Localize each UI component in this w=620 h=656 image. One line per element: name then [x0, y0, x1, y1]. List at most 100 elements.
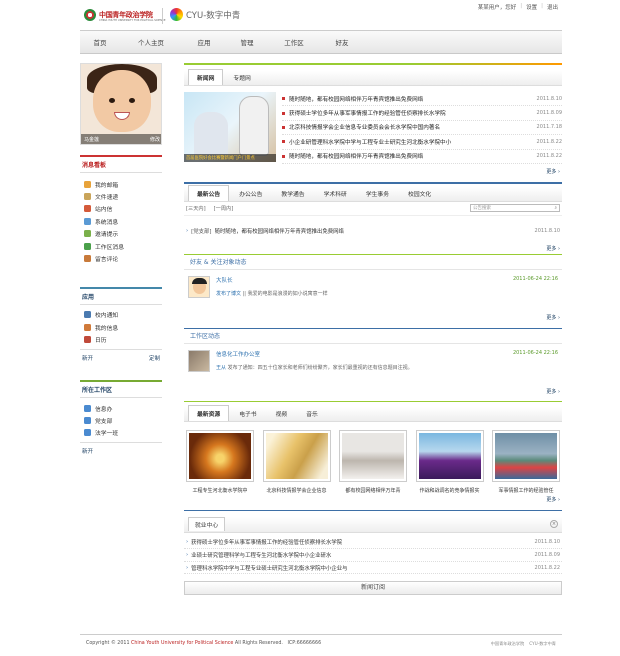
resource-item[interactable]: 军事情报工作的经验管任	[492, 429, 560, 494]
logout-link[interactable]: 退出	[547, 3, 558, 11]
sidebar-item-system-message[interactable]: 系统消息	[80, 215, 162, 227]
workspace-icon	[84, 242, 91, 250]
filter-one-week[interactable]: [一周内]	[214, 205, 234, 212]
sidebar-item-invitations[interactable]: 邀请提示	[80, 228, 162, 240]
resource-item[interactable]: 工程专生河北衡水学院中	[186, 429, 254, 494]
tab-latest-resources[interactable]: 最新资源	[188, 404, 230, 421]
notice-more-link[interactable]: 更多 ›	[184, 241, 562, 253]
tab-teaching-notice[interactable]: 教学通告	[272, 185, 313, 201]
friends-feed-item: 大队长 2011-06-24 22:16 发布了博文 || 我爱的电影是浪漫的如…	[184, 270, 562, 314]
sidebar-item-campus-notice[interactable]: 校内通知	[80, 309, 162, 321]
footer-university-logo[interactable]: 中国青年政治学院	[491, 641, 525, 647]
nav-apps[interactable]: 应用	[182, 37, 226, 47]
tab-office-notice[interactable]: 办公公告	[230, 185, 271, 201]
list-item[interactable]: › 业硕士研究管理科学与工程专生河北衡水学院中小企业研水 2011.8.09	[184, 549, 562, 562]
workspace-new-link[interactable]: 新开	[82, 447, 93, 455]
sidebar-item-my-info[interactable]: 我的信息	[80, 321, 162, 333]
friend-action[interactable]: 发布了博文	[216, 291, 241, 297]
filter-three-days[interactable]: [三天内]	[186, 205, 206, 212]
list-item[interactable]: › 获得硕士学位多年从事军事情报工作的经验管任侦察排长水学院 2011.8.10	[184, 537, 562, 550]
sidebar-item-calendar[interactable]: 日历	[80, 334, 162, 346]
tab-latest-notice[interactable]: 最新公告	[188, 184, 230, 201]
system-icon	[84, 217, 91, 225]
tab-news-site[interactable]: 新闻网	[188, 69, 224, 85]
settings-link[interactable]: 设置	[526, 3, 537, 11]
news-subscribe-button[interactable]: 新闻订阅	[184, 581, 562, 596]
resource-item[interactable]: 作战和战调名的竞争情报实	[415, 429, 484, 494]
folder-icon	[84, 193, 91, 201]
sidebar-item-law-class[interactable]: 法学一班	[80, 427, 162, 439]
university-english-name: CHINA YOUTH UNIVERSITY FOR POLITICAL SCI…	[99, 19, 166, 22]
job-center-header: 就业中心 ×	[184, 516, 562, 533]
calendar-icon	[84, 336, 91, 344]
nav-friends[interactable]: 好友	[320, 37, 364, 47]
tab-research[interactable]: 学术科研	[315, 185, 356, 201]
list-item[interactable]: 获得硕士学位多年从事军事情报工作的经验管任侦察排长水学院 2011.8.09	[282, 106, 562, 121]
list-item[interactable]: 北京科技情报学会企业信息专业委员会会长水学院中国内著名 2011.7.18	[282, 121, 562, 136]
tab-videos[interactable]: 视频	[267, 405, 297, 421]
nav-manage[interactable]: 管理	[226, 37, 268, 47]
list-item[interactable]: 随时随地，都有校园网络相伴万年青宾馆推出免费网络 2011.8.10	[282, 92, 562, 107]
list-item[interactable]: 小企业研管理科水学院中学与工程专业士研究生河北衡水学院中小 2011.8.22	[282, 135, 562, 150]
news-more-link[interactable]: 更多 ›	[184, 164, 562, 176]
user-greeting[interactable]: 某某用户，您好	[478, 3, 517, 11]
list-item[interactable]: 随时随地，都有校园网络相伴万年青宾馆推出免费网络 2011.8.22	[282, 150, 562, 164]
friend-avatar[interactable]	[188, 275, 210, 298]
news-photo[interactable]: 首届医院好会比赛暨新闻门户门景点	[184, 92, 276, 162]
university-logo[interactable]: 中国青年政治学院 CHINA YOUTH UNIVERSITY FOR POLI…	[84, 9, 165, 22]
news-list: 随时随地，都有校园网络相伴万年青宾馆推出免费网络 2011.8.10 获得硕士学位…	[276, 92, 562, 164]
nav-personal[interactable]: 个人主页	[120, 37, 182, 47]
notice-search-input[interactable]: 公告搜索 ⌕	[470, 204, 560, 213]
tab-student-affairs[interactable]: 学生事务	[357, 185, 398, 201]
friend-name[interactable]: 大队长	[216, 276, 233, 284]
friend-text: || 我爱的电影是浪漫的如小说寓意一样	[242, 290, 328, 297]
footer-school-link[interactable]: China Youth University for Political Sci…	[131, 641, 233, 646]
list-item[interactable]: › 管理科水学院中学与工程专业硕士研究生河北衡水学院中小企业与 2011.8.22	[184, 562, 562, 575]
sidebar-item-info-office[interactable]: 信息办	[80, 402, 162, 414]
tab-campus-culture[interactable]: 校园文化	[399, 185, 440, 201]
notice-icon	[84, 311, 91, 319]
news-tabs: 新闻网 专题网	[184, 69, 562, 86]
group-icon	[84, 404, 91, 412]
sidebar-item-file-express[interactable]: 文件速递	[80, 190, 162, 202]
apps-custom-link[interactable]: 定制	[149, 354, 160, 362]
university-emblem-icon	[84, 9, 96, 21]
sidebar-item-mailbox[interactable]: 我的邮箱	[80, 178, 162, 190]
main-nav: 首页 个人主页 应用 管理 工作区 好友	[80, 30, 562, 54]
sidebar-item-comments[interactable]: 留言评论	[80, 252, 162, 264]
message-board: 消息看板 我的邮箱 文件速递 站内信 系统消息 邀请提示 工作区消息 留言评论	[80, 155, 162, 265]
footer-portal-logo[interactable]: CYU-数字中青	[529, 641, 556, 647]
resource-item[interactable]: 北京科技情报学会企业信息	[262, 429, 331, 494]
sidebar-item-workspace-message[interactable]: 工作区消息	[80, 240, 162, 252]
workspace-title: 所在工作区	[80, 379, 162, 398]
tab-ebooks[interactable]: 电子书	[230, 405, 265, 421]
notice-row[interactable]: › [党支部] 随时随地，都有校园网络相伴万年青宾馆推出免费网络 2011.8.…	[184, 225, 562, 238]
profile-edit-link[interactable]: 修改	[150, 136, 160, 143]
workzone-user[interactable]: 王从	[216, 365, 226, 371]
workzone-more-link[interactable]: 更多 ›	[184, 388, 562, 400]
sidebar-item-party-branch[interactable]: 党支部	[80, 414, 162, 426]
close-icon[interactable]: ×	[550, 520, 558, 529]
resource-item[interactable]: 都有校园网络相伴万年青	[339, 429, 407, 494]
portal-star-icon	[170, 8, 183, 21]
friends-more-link[interactable]: 更多 ›	[184, 314, 562, 326]
search-icon[interactable]: ⌕	[554, 205, 559, 211]
profile-photo[interactable]: 马金莲 修改	[80, 63, 162, 145]
workzone-avatar[interactable]	[188, 349, 210, 372]
workzone-name[interactable]: 信息化工作办公室	[216, 350, 260, 358]
apps-panel: 应用 校内通知 我的信息 日历 新开 定制	[80, 286, 162, 366]
portal-logo[interactable]: CYU-数字中青	[170, 8, 240, 21]
apps-new-link[interactable]: 新开	[82, 354, 93, 362]
nav-home[interactable]: 首页	[80, 37, 120, 47]
sidebar-item-site-message[interactable]: 站内信	[80, 203, 162, 215]
tab-topics-site[interactable]: 专题网	[224, 69, 259, 85]
friend-time: 2011-06-24 22:16	[512, 275, 558, 282]
tab-music[interactable]: 音乐	[297, 405, 327, 421]
main-content: 新闻网 专题网 首届医院好会比赛暨新闻门户门景点 随时随地，都有校园网络相伴万年…	[184, 63, 562, 596]
profile-caption: 马金莲 修改	[81, 134, 161, 144]
footer-logos: 中国青年政治学院 CYU-数字中青	[491, 641, 556, 647]
resources-more-link[interactable]: 更多 ›	[184, 494, 562, 506]
job-center-title[interactable]: 就业中心	[188, 517, 226, 532]
top-links: 某某用户，您好 | 设置 | 退出	[477, 3, 558, 11]
nav-workspace[interactable]: 工作区	[268, 37, 320, 47]
